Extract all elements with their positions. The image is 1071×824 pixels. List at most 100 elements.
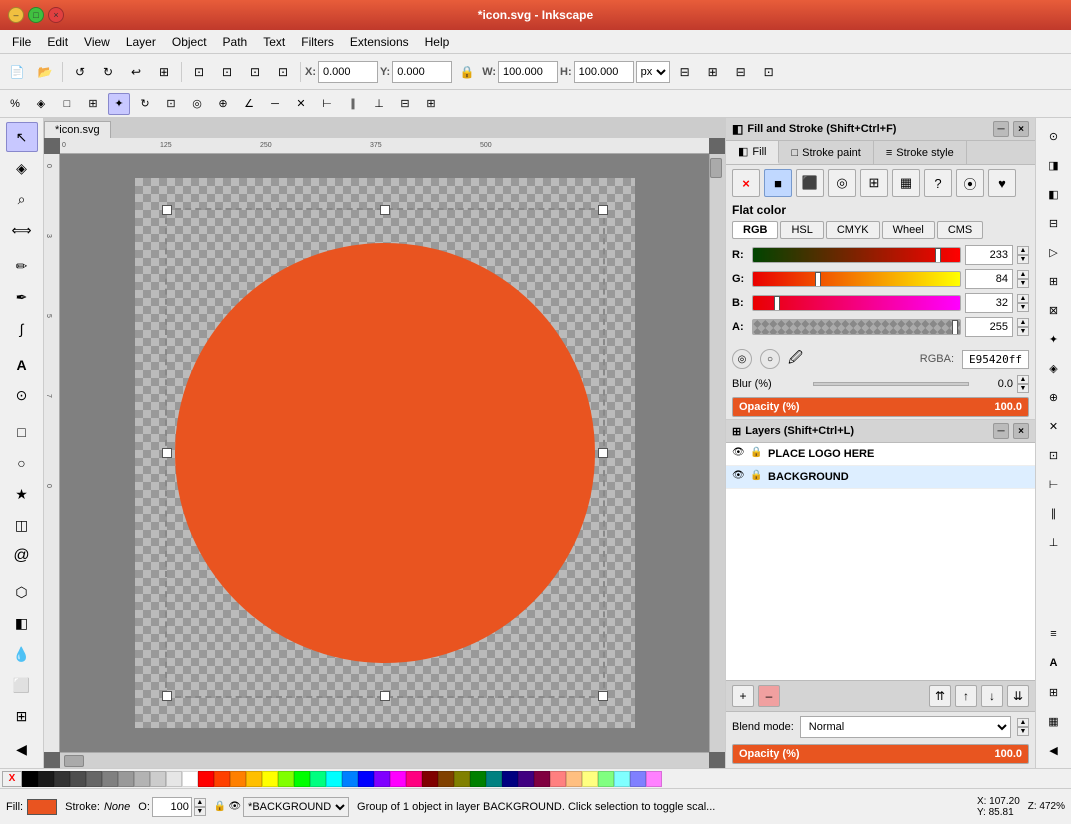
menu-view[interactable]: View [76,33,118,51]
fill-heart-btn[interactable]: ♥ [988,169,1016,197]
eyedropper-btn[interactable]: 🖉 [788,347,803,371]
swatch-darkred[interactable] [422,771,438,787]
swatch-white[interactable] [182,771,198,787]
b-thumb[interactable] [774,296,780,311]
swatch-dark1[interactable] [38,771,54,787]
snap-rotation[interactable]: ↻ [134,93,156,115]
blend-spin-down[interactable]: ▼ [1017,727,1029,736]
align-left-button[interactable]: ⊡ [186,59,212,85]
swatch-darkgreen[interactable] [470,771,486,787]
fill-swatch-btn[interactable]: ▦ [892,169,920,197]
opacity-input[interactable] [152,797,192,817]
swatch-black[interactable] [22,771,38,787]
snap-intersect[interactable]: ✕ [290,93,312,115]
swatch-lred[interactable] [550,771,566,787]
swatch-lgreen[interactable] [598,771,614,787]
snap-r8[interactable]: ✦ [1040,325,1068,353]
swatch-blue2[interactable] [358,771,374,787]
rgba-value[interactable]: E95420ff [962,350,1029,369]
snap-r11[interactable]: ✕ [1040,412,1068,440]
panel-close[interactable]: × [1013,121,1029,137]
snap-guide[interactable]: ⊟ [394,93,416,115]
blur-spin-up[interactable]: ▲ [1017,375,1029,384]
r-thumb[interactable] [935,248,941,263]
swatch-yellow2[interactable] [262,771,278,787]
layer-move-down-btn[interactable]: ↓ [981,685,1003,707]
layer-move-top-btn[interactable]: ⇈ [929,685,951,707]
layer-eye-0[interactable]: 👁 [732,447,746,461]
w-input[interactable] [498,61,558,83]
opacity-spin-down[interactable]: ▼ [194,807,206,816]
snap-center[interactable]: ⊕ [212,93,234,115]
swatch-orange[interactable] [230,771,246,787]
scrollbar-horizontal[interactable] [60,752,709,768]
color-circle-btn[interactable]: ○ [760,349,780,369]
b-input[interactable] [965,293,1013,313]
b-spin-down[interactable]: ▼ [1017,303,1029,312]
swatch-red1[interactable] [198,771,214,787]
tool-rectangle[interactable]: □ [6,417,38,447]
color-model-hsl[interactable]: HSL [780,221,823,239]
snap-r6[interactable]: ⊞ [1040,267,1068,295]
tool-select[interactable]: ↖ [6,122,38,152]
snap-r16[interactable]: ≡ [1040,620,1068,648]
fill-unknown-btn[interactable]: ? [924,169,952,197]
snap-active[interactable]: ✦ [108,93,130,115]
snap-r20[interactable]: ◀ [1040,736,1068,764]
y-input[interactable] [392,61,452,83]
maximize-button[interactable]: □ [28,7,44,23]
vis-icon[interactable]: 👁 [228,801,241,812]
swatch-yellow1[interactable] [246,771,262,787]
h-input[interactable] [574,61,634,83]
color-model-rgb[interactable]: RGB [732,221,778,239]
snap-r10[interactable]: ⊕ [1040,383,1068,411]
color-model-cmyk[interactable]: CMYK [826,221,880,239]
palette-none[interactable]: X [2,771,22,787]
r-input[interactable] [965,245,1013,265]
r-spin-down[interactable]: ▼ [1017,255,1029,264]
swatch-purple[interactable] [518,771,534,787]
snap-r17[interactable]: A [1040,649,1068,677]
g-input[interactable] [965,269,1013,289]
g-spin-up[interactable]: ▲ [1017,270,1029,279]
swatch-violet[interactable] [374,771,390,787]
blend-select[interactable]: Normal Multiply Screen Overlay Darken Li… [800,716,1011,738]
swatch-gray3[interactable] [118,771,134,787]
layer-lock-1[interactable]: 🔒 [750,470,764,484]
handle-mr[interactable] [598,448,608,458]
unit-select[interactable]: px [636,61,670,83]
layer-row-0[interactable]: 👁 🔒 PLACE LOGO HERE [726,443,1035,466]
open-button[interactable]: 📂 [32,59,58,85]
snap-line[interactable]: ─ [264,93,286,115]
snap-page-btn[interactable]: ⊞ [82,93,104,115]
snap-toggle[interactable]: ⊟ [672,59,698,85]
snap-extension[interactable]: ⊢ [316,93,338,115]
a-thumb[interactable] [952,320,958,335]
fill-none-btn[interactable]: × [732,169,760,197]
align-top-button[interactable]: ⊡ [270,59,296,85]
layer-move-bottom-btn[interactable]: ⇊ [1007,685,1029,707]
handle-br[interactable] [598,691,608,701]
swatch-gray2[interactable] [102,771,118,787]
snap-r2[interactable]: ◨ [1040,151,1068,179]
layer-eye-1[interactable]: 👁 [732,470,746,484]
tool-ellipse[interactable]: ○ [6,448,38,478]
fill-flat-btn[interactable]: ■ [764,169,792,197]
swatch-lmagenta[interactable] [646,771,662,787]
a-spin-down[interactable]: ▼ [1017,327,1029,336]
snap-item[interactable]: ⊡ [160,93,182,115]
g-spin-down[interactable]: ▼ [1017,279,1029,288]
a-input[interactable] [965,317,1013,337]
swatch-olive[interactable] [454,771,470,787]
layer-move-up-btn[interactable]: ↑ [955,685,977,707]
snap-r3[interactable]: ◧ [1040,180,1068,208]
tool-node[interactable]: ◈ [6,153,38,183]
g-thumb[interactable] [815,272,821,287]
g-slider[interactable] [752,271,961,287]
align-right-button[interactable]: ⊡ [242,59,268,85]
panel-minimize[interactable]: ─ [993,121,1009,137]
swatch-lcyan[interactable] [614,771,630,787]
color-model-wheel[interactable]: Wheel [882,221,935,239]
tool-bucket[interactable]: ⬡ [6,577,38,607]
new-button[interactable]: 📄 [4,59,30,85]
